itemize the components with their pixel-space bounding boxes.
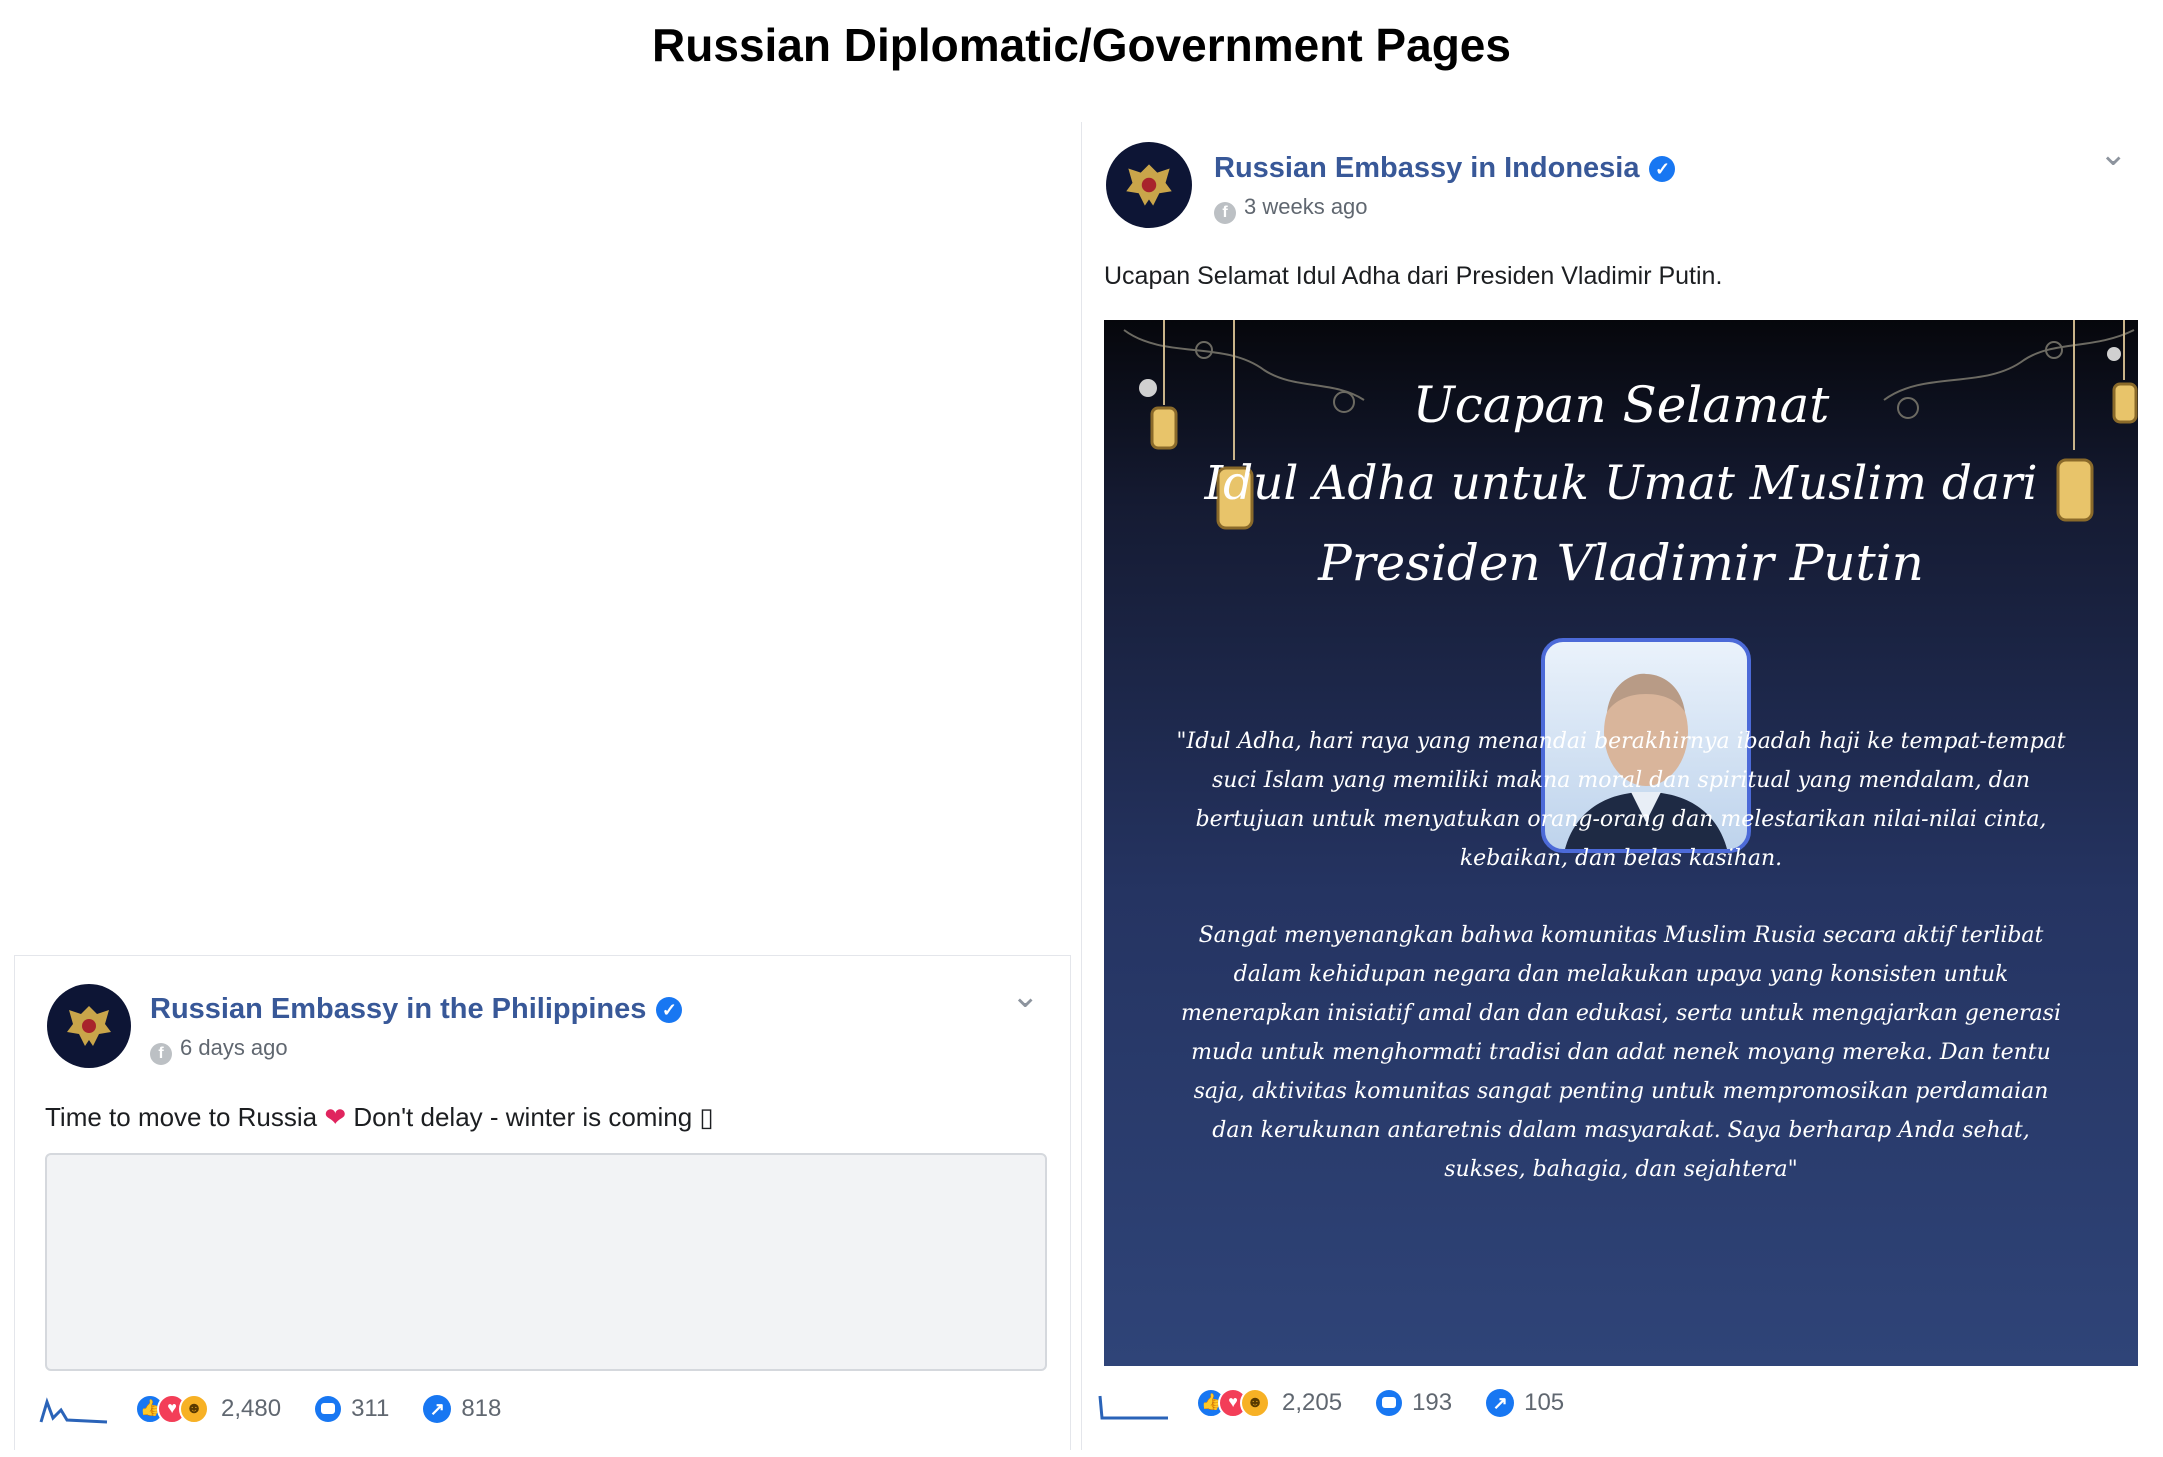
post-image[interactable]: Ucapan Selamat Idul Adha untuk Umat Musl…: [1104, 320, 2138, 1366]
image-title-line-2: Idul Adha untuk Umat Muslim dari: [1204, 456, 2038, 511]
reactions-count[interactable]: 👍 ♥ ☻ 2,480: [135, 1394, 281, 1424]
media-placeholder: [45, 1153, 1047, 1371]
post-text: Time to move to Russia ❤ Don't delay - w…: [45, 1102, 714, 1132]
page-name-link[interactable]: Russian Embassy in Indonesia ✓: [1214, 152, 1676, 185]
page-name-link[interactable]: Russian Embassy in the Philippines ✓: [150, 993, 683, 1026]
embassy-avatar[interactable]: [1106, 142, 1192, 228]
image-title-line-1: Ucapan Selamat: [1412, 376, 1830, 434]
engagement-bar: 👍 ♥ ☻ 2,480 311 ↗ 818: [135, 1394, 535, 1424]
verified-badge-icon: ✓: [1649, 156, 1676, 182]
comments-count[interactable]: 311: [315, 1395, 389, 1423]
coat-of-arms-icon: [1126, 164, 1172, 206]
chevron-down-icon[interactable]: ⌄: [2099, 134, 2128, 174]
shares-count[interactable]: ↗ 818: [423, 1395, 501, 1423]
page-name-text: Russian Embassy in the Philippines: [150, 993, 647, 1025]
shares-count[interactable]: ↗ 105: [1486, 1389, 1564, 1417]
comments-count[interactable]: 193: [1376, 1389, 1452, 1417]
sparkline-icon: [1098, 1395, 1168, 1420]
share-icon: ↗: [423, 1395, 452, 1423]
post-card-indonesia: Russian Embassy in Indonesia ✓ f3 weeks a…: [1081, 122, 2157, 1450]
facebook-globe-icon: f: [1214, 202, 1236, 224]
image-title-line-3: Presiden Vladimir Putin: [1318, 534, 1924, 592]
post-timestamp[interactable]: f3 weeks ago: [1214, 194, 1368, 224]
chevron-down-icon[interactable]: ⌄: [1011, 976, 1040, 1016]
reactions-count[interactable]: 👍 ♥ ☻ 2,205: [1196, 1388, 1342, 1418]
comment-icon: [315, 1396, 342, 1422]
post-card-philippines: Russian Embassy in the Philippines ✓ f6 d…: [14, 955, 1071, 1450]
comment-icon: [1376, 1390, 1403, 1416]
engagement-bar: 👍 ♥ ☻ 2,205 193 ↗ 105: [1196, 1388, 1598, 1418]
share-icon: ↗: [1486, 1389, 1515, 1417]
verified-badge-icon: ✓: [656, 997, 683, 1023]
page-name-text: Russian Embassy in Indonesia: [1214, 152, 1640, 184]
post-timestamp[interactable]: f6 days ago: [150, 1035, 288, 1065]
embassy-avatar[interactable]: [47, 984, 131, 1068]
coat-of-arms-icon: [67, 1006, 111, 1046]
haha-icon: ☻: [1240, 1388, 1270, 1418]
facebook-globe-icon: f: [150, 1043, 172, 1065]
image-quote-paragraph-2: Sangat menyenangkan bahwa komunitas Musl…: [1181, 923, 2061, 1182]
image-quote-paragraph-1: "Idul Adha, hari raya yang menandai bera…: [1176, 729, 2066, 871]
heart-emoji-icon: ❤: [324, 1102, 347, 1132]
haha-icon: ☻: [179, 1394, 209, 1424]
page-heading: Russian Diplomatic/Government Pages: [652, 19, 1511, 71]
post-text: Ucapan Selamat Idul Adha dari Presiden V…: [1104, 262, 1723, 290]
sparkline-icon: [39, 1397, 108, 1424]
